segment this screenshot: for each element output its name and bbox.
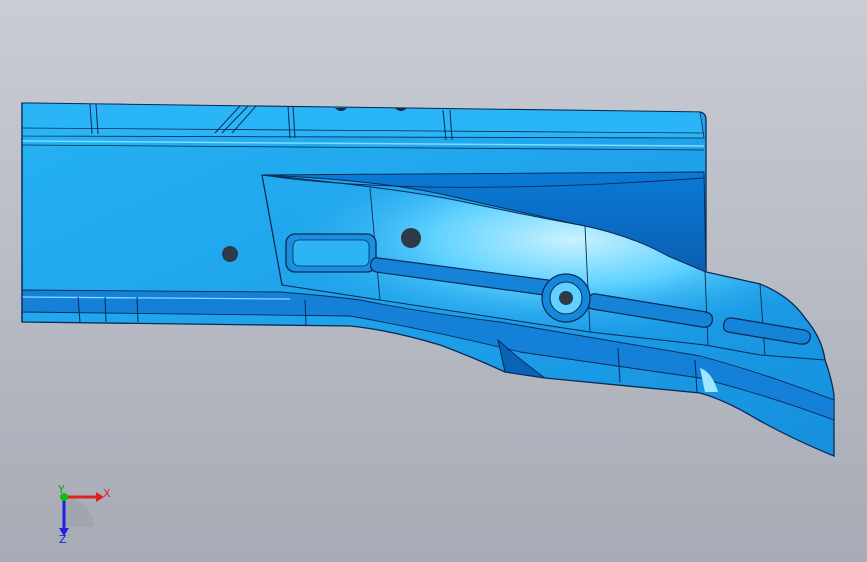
x-axis-label: X — [103, 487, 111, 500]
rectangular-pocket-inner — [292, 239, 370, 267]
small-hole — [222, 246, 238, 262]
round-hole — [559, 291, 573, 305]
small-hole — [401, 228, 421, 248]
y-axis-label: Y — [57, 483, 65, 496]
cad-viewport[interactable]: X Y Z — [0, 0, 867, 562]
z-axis-label: Z — [59, 533, 67, 546]
